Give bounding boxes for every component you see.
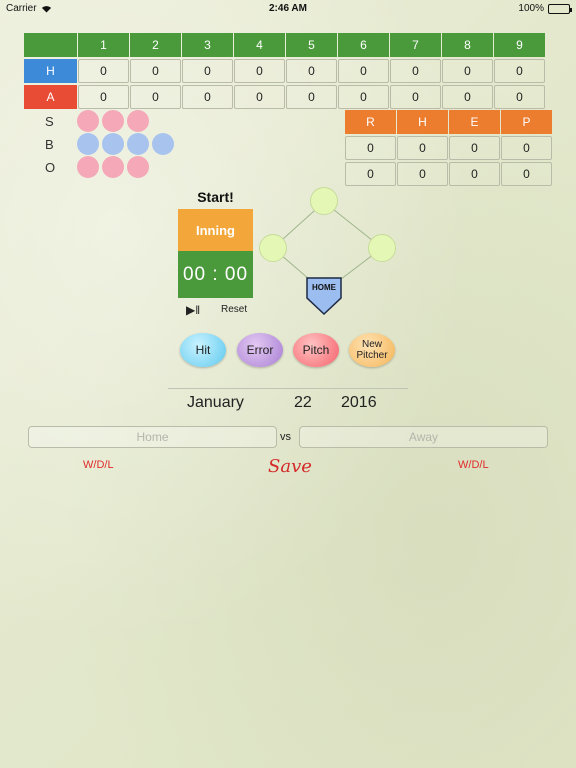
inning-header: 6 — [338, 33, 389, 57]
strike-indicator[interactable] — [77, 110, 99, 132]
scoreboard-corner — [24, 33, 77, 57]
date-day[interactable]: 22 — [294, 394, 312, 412]
balls-label: B — [45, 137, 54, 152]
date-month[interactable]: January — [187, 394, 244, 412]
ball-indicator[interactable] — [127, 133, 149, 155]
scoreboard-header-row: 1 2 3 4 5 6 7 8 9 — [24, 33, 546, 57]
home-hits[interactable]: 0 — [397, 136, 448, 160]
away-inning-score[interactable]: 0 — [78, 85, 129, 109]
home-inning-score[interactable]: 0 — [234, 59, 285, 83]
new-pitcher-button[interactable]: New Pitcher — [349, 333, 395, 367]
inning-header: 4 — [234, 33, 285, 57]
away-inning-score[interactable]: 0 — [130, 85, 181, 109]
out-indicator[interactable] — [102, 156, 124, 178]
hits-header: H — [397, 110, 448, 134]
new-pitcher-label: New Pitcher — [356, 339, 387, 361]
vs-label: vs — [280, 431, 291, 443]
errors-header: E — [449, 110, 500, 134]
error-button[interactable]: Error — [237, 333, 283, 367]
rhep-away-row: 0 0 0 0 — [345, 162, 553, 186]
strikes-label: S — [45, 114, 54, 129]
home-team-input[interactable] — [28, 426, 277, 448]
inning-header: 9 — [494, 33, 545, 57]
strike-indicator[interactable] — [127, 110, 149, 132]
save-button[interactable]: Save — [268, 456, 312, 477]
home-plate-label: HOME — [312, 283, 336, 292]
inning-button[interactable]: Inning — [178, 209, 253, 251]
ball-indicator[interactable] — [77, 133, 99, 155]
away-inning-score[interactable]: 0 — [494, 85, 545, 109]
away-inning-score[interactable]: 0 — [442, 85, 493, 109]
second-base[interactable] — [310, 187, 338, 215]
home-inning-score[interactable]: 0 — [442, 59, 493, 83]
away-errors[interactable]: 0 — [449, 162, 500, 186]
home-inning-score[interactable]: 0 — [182, 59, 233, 83]
pitches-header: P — [501, 110, 552, 134]
home-inning-score[interactable]: 0 — [78, 59, 129, 83]
home-inning-score[interactable]: 0 — [286, 59, 337, 83]
new-pitcher-line1: New — [361, 339, 382, 350]
home-inning-score[interactable]: 0 — [338, 59, 389, 83]
inning-header: 5 — [286, 33, 337, 57]
game-timer: 00 : 00 — [178, 251, 253, 298]
home-inning-score[interactable]: 0 — [130, 59, 181, 83]
inning-header: 7 — [390, 33, 441, 57]
out-indicator[interactable] — [127, 156, 149, 178]
away-pitches[interactable]: 0 — [501, 162, 552, 186]
rhep-table: R H E P 0 0 0 0 0 0 0 0 — [345, 110, 553, 188]
away-team-input[interactable] — [299, 426, 548, 448]
inning-header: 2 — [130, 33, 181, 57]
inning-header: 8 — [442, 33, 493, 57]
home-pitches[interactable]: 0 — [501, 136, 552, 160]
away-runs[interactable]: 0 — [345, 162, 396, 186]
first-base[interactable] — [368, 234, 396, 262]
away-inning-score[interactable]: 0 — [390, 85, 441, 109]
third-base[interactable] — [259, 234, 287, 262]
ball-indicator[interactable] — [152, 133, 174, 155]
status-bar: Carrier 2:46 AM 100% — [0, 0, 576, 18]
clock: 2:46 AM — [269, 3, 307, 14]
away-team-label: A — [24, 85, 77, 109]
away-inning-score[interactable]: 0 — [182, 85, 233, 109]
home-plate-icon[interactable] — [306, 276, 342, 316]
away-inning-score[interactable]: 0 — [338, 85, 389, 109]
start-button[interactable]: Start! — [178, 189, 253, 205]
strike-indicator[interactable] — [102, 110, 124, 132]
home-score-row: H 0 0 0 0 0 0 0 0 0 — [24, 59, 546, 83]
home-wdl-button[interactable]: W/D/L — [83, 459, 114, 471]
battery-icon — [548, 3, 572, 14]
inning-header: 1 — [78, 33, 129, 57]
inning-scoreboard: 1 2 3 4 5 6 7 8 9 H 0 0 0 0 0 0 0 0 0 A … — [24, 33, 546, 111]
inning-header: 3 — [182, 33, 233, 57]
home-runs[interactable]: 0 — [345, 136, 396, 160]
away-wdl-button[interactable]: W/D/L — [458, 459, 489, 471]
play-pause-button[interactable]: ▶‖ — [186, 303, 200, 317]
reset-button[interactable]: Reset — [221, 304, 247, 315]
away-score-row: A 0 0 0 0 0 0 0 0 0 — [24, 85, 546, 109]
home-inning-score[interactable]: 0 — [390, 59, 441, 83]
rhep-header-row: R H E P — [345, 110, 553, 134]
new-pitcher-line2: Pitcher — [356, 350, 388, 361]
ball-indicator[interactable] — [102, 133, 124, 155]
away-inning-score[interactable]: 0 — [286, 85, 337, 109]
away-inning-score[interactable]: 0 — [234, 85, 285, 109]
home-inning-score[interactable]: 0 — [494, 59, 545, 83]
runs-header: R — [345, 110, 396, 134]
rhep-home-row: 0 0 0 0 — [345, 136, 553, 160]
date-divider — [168, 388, 408, 389]
away-hits[interactable]: 0 — [397, 162, 448, 186]
pitch-button[interactable]: Pitch — [293, 333, 339, 367]
battery-indicator: 100% — [518, 3, 572, 14]
battery-percent: 100% — [518, 3, 544, 14]
out-indicator[interactable] — [77, 156, 99, 178]
hit-button[interactable]: Hit — [180, 333, 226, 367]
outs-label: O — [45, 160, 56, 175]
home-errors[interactable]: 0 — [449, 136, 500, 160]
date-year[interactable]: 2016 — [341, 394, 377, 412]
home-team-label: H — [24, 59, 77, 83]
